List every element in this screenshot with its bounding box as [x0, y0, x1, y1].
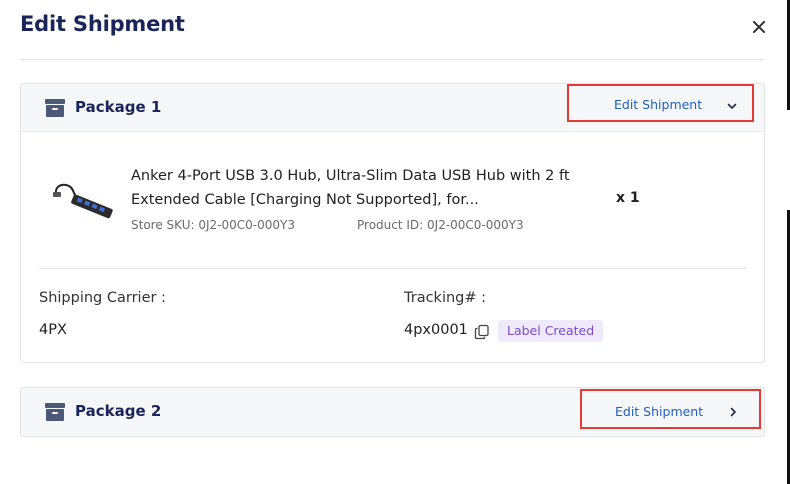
package-box-icon: [45, 99, 65, 117]
section-divider: [39, 268, 747, 269]
status-badge: Label Created: [498, 320, 604, 342]
product-name: Anker 4-Port USB 3.0 Hub, Ultra-Slim Dat…: [131, 168, 570, 208]
chevron-down-icon: [727, 103, 737, 109]
tracking-number: 4px0001: [404, 322, 468, 338]
edit-shipment-label: Edit Shipment: [614, 97, 703, 112]
product-thumbnail: [53, 183, 113, 219]
chevron-right-icon: [730, 407, 736, 417]
shipping-carrier-label: Shipping Carrier :: [39, 290, 166, 306]
edit-shipment-button[interactable]: Edit Shipment: [567, 84, 754, 122]
close-icon[interactable]: [748, 16, 770, 38]
package-box-icon: [45, 403, 65, 421]
edit-shipment-label: Edit Shipment: [615, 404, 704, 419]
edit-shipment-modal: Edit Shipment Package 1 Edit Shipment An…: [0, 0, 785, 484]
modal-title: Edit Shipment: [20, 12, 185, 36]
package-name: Package 2: [75, 402, 162, 420]
product-quantity: x 1: [616, 190, 640, 206]
tracking-label: Tracking# :: [404, 290, 487, 306]
package-card-1: Package 1 Edit Shipment Anker 4-Port USB…: [20, 83, 765, 363]
package-header-2[interactable]: Package 2 Edit Shipment: [21, 388, 764, 436]
store-sku: Store SKU: 0J2-00C0-000Y3: [131, 218, 295, 232]
copy-icon[interactable]: [474, 324, 490, 340]
header-divider: [20, 59, 764, 60]
product-id: Product ID: 0J2-00C0-000Y3: [357, 218, 524, 232]
shipping-carrier-value: 4PX: [39, 322, 67, 338]
package-header-1[interactable]: Package 1 Edit Shipment: [21, 84, 764, 132]
package-name: Package 1: [75, 98, 162, 116]
package-card-2: Package 2 Edit Shipment: [20, 387, 765, 437]
edit-shipment-button[interactable]: Edit Shipment: [580, 389, 761, 429]
